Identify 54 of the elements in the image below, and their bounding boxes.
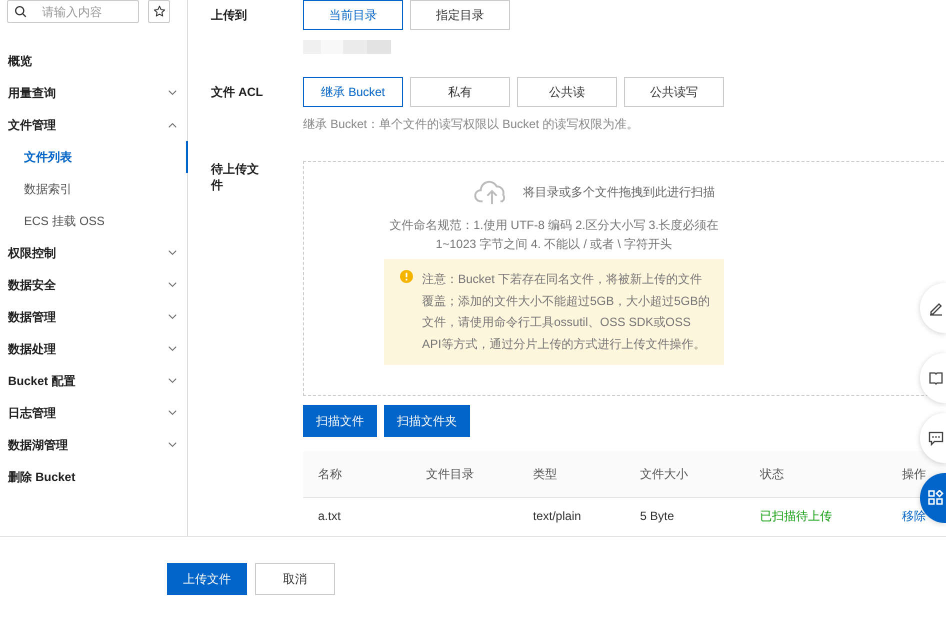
table-cell-text: 5 Byte [639,509,676,523]
column-header: 文件大小 [639,466,689,482]
remove-link[interactable]: 移除 [902,508,926,522]
naming-rules: 文件命名规范：1.使用 UTF-8 编码 2.区分大小写 3.长度必须在 1~1023 字节之间 4. 不能以 / 或者 \ 字符开头 [388,217,720,253]
search-icon [14,5,27,18]
form-label: 文件 ACL [211,84,264,101]
book-icon [928,370,944,386]
status-text: 已扫描待上传 [760,508,832,522]
sidebar-item[interactable]: 文件管理 [0,109,187,141]
sidebar-item[interactable]: 删除 Bucket [0,461,187,493]
sidebar-subitem[interactable]: 数据索引 [0,173,187,205]
favorite-button[interactable] [148,0,170,23]
docs-tool-button[interactable] [920,353,946,403]
table-cell-text: text/plain [532,509,582,523]
sidebar-item[interactable]: 权限控制 [0,237,187,269]
sidebar-item[interactable]: Bucket 配置 [0,365,187,397]
column-header: 类型 [532,466,558,482]
column-header: 操作 [901,466,927,482]
cancel-button[interactable]: 取消 [255,563,335,595]
notice-text: 注意：Bucket 下若存在同名文件，将被新上传的文件覆盖；添加的文件大小不能超过5GB，大小超过5GB的文件，请使用命令行工具ossutil、OSS SDK或OSS API等方式，通过分片上传的方式进行上传文件操作。 [422,271,712,352]
option-button[interactable]: 继承 Bucket [303,77,403,107]
sidebar-item[interactable]: 数据湖管理 [0,429,187,461]
sidebar-subitem[interactable]: 文件列表 [0,141,187,173]
form-label: 上传到 [211,7,248,24]
sidebar-item[interactable]: 数据管理 [0,301,187,333]
sidebar-item[interactable]: 日志管理 [0,397,187,429]
sidebar-item[interactable]: 数据处理 [0,333,187,365]
scan-button[interactable]: 扫描文件 [303,405,377,437]
table-cell-text: a.txt [317,509,342,523]
hint-text: 继承 Bucket：单个文件的读写权限以 Bucket 的读写权限为准。 [303,116,640,133]
chat-icon [928,430,944,446]
sidebar-item[interactable]: 数据安全 [0,269,187,301]
column-header: 文件目录 [425,466,475,482]
form-label: 待上传文件 [211,161,260,194]
option-button[interactable]: 指定目录 [410,0,510,30]
grid-icon [928,490,944,506]
chat-tool-button[interactable] [920,413,946,463]
column-header: 状态 [759,466,785,482]
option-button[interactable]: 私有 [410,77,510,107]
option-button[interactable]: 公共读 [517,77,617,107]
sidebar-item[interactable]: 用量查询 [0,77,187,109]
sidebar-subitem[interactable]: ECS 挂载 OSS [0,205,187,237]
column-header: 名称 [317,466,343,482]
option-button[interactable]: 当前目录 [303,0,403,30]
star-icon [152,5,166,18]
drop-zone[interactable]: 将目录或多个文件拖拽到此进行扫描 文件命名规范：1.使用 UTF-8 编码 2.区分大小写 3.长度必须在 1~1023 字节之间 4. 不能以 / 或者 \ 字符开头 注意：Bucket 下若存在同名文件，将被新上传的文件覆盖；添加的文件大小不能超过5GB，大小超过5GB的文件，请使用命令行工具ossutil、OSS SDK或OSS API等方式，通过分片上传的方式进行上传文件操作。 [303,161,944,396]
drop-prompt: 将目录或多个文件拖拽到此进行扫描 [523,184,715,200]
upload-button[interactable]: 上传文件 [167,563,247,595]
search-field[interactable]: 请输入内容 [7,0,139,23]
edit-tool-button[interactable] [920,283,946,333]
warning-icon [400,270,413,283]
sidebar-item[interactable]: 概览 [0,45,187,77]
option-button[interactable]: 公共读写 [624,77,724,107]
scan-button[interactable]: 扫描文件夹 [384,405,470,437]
